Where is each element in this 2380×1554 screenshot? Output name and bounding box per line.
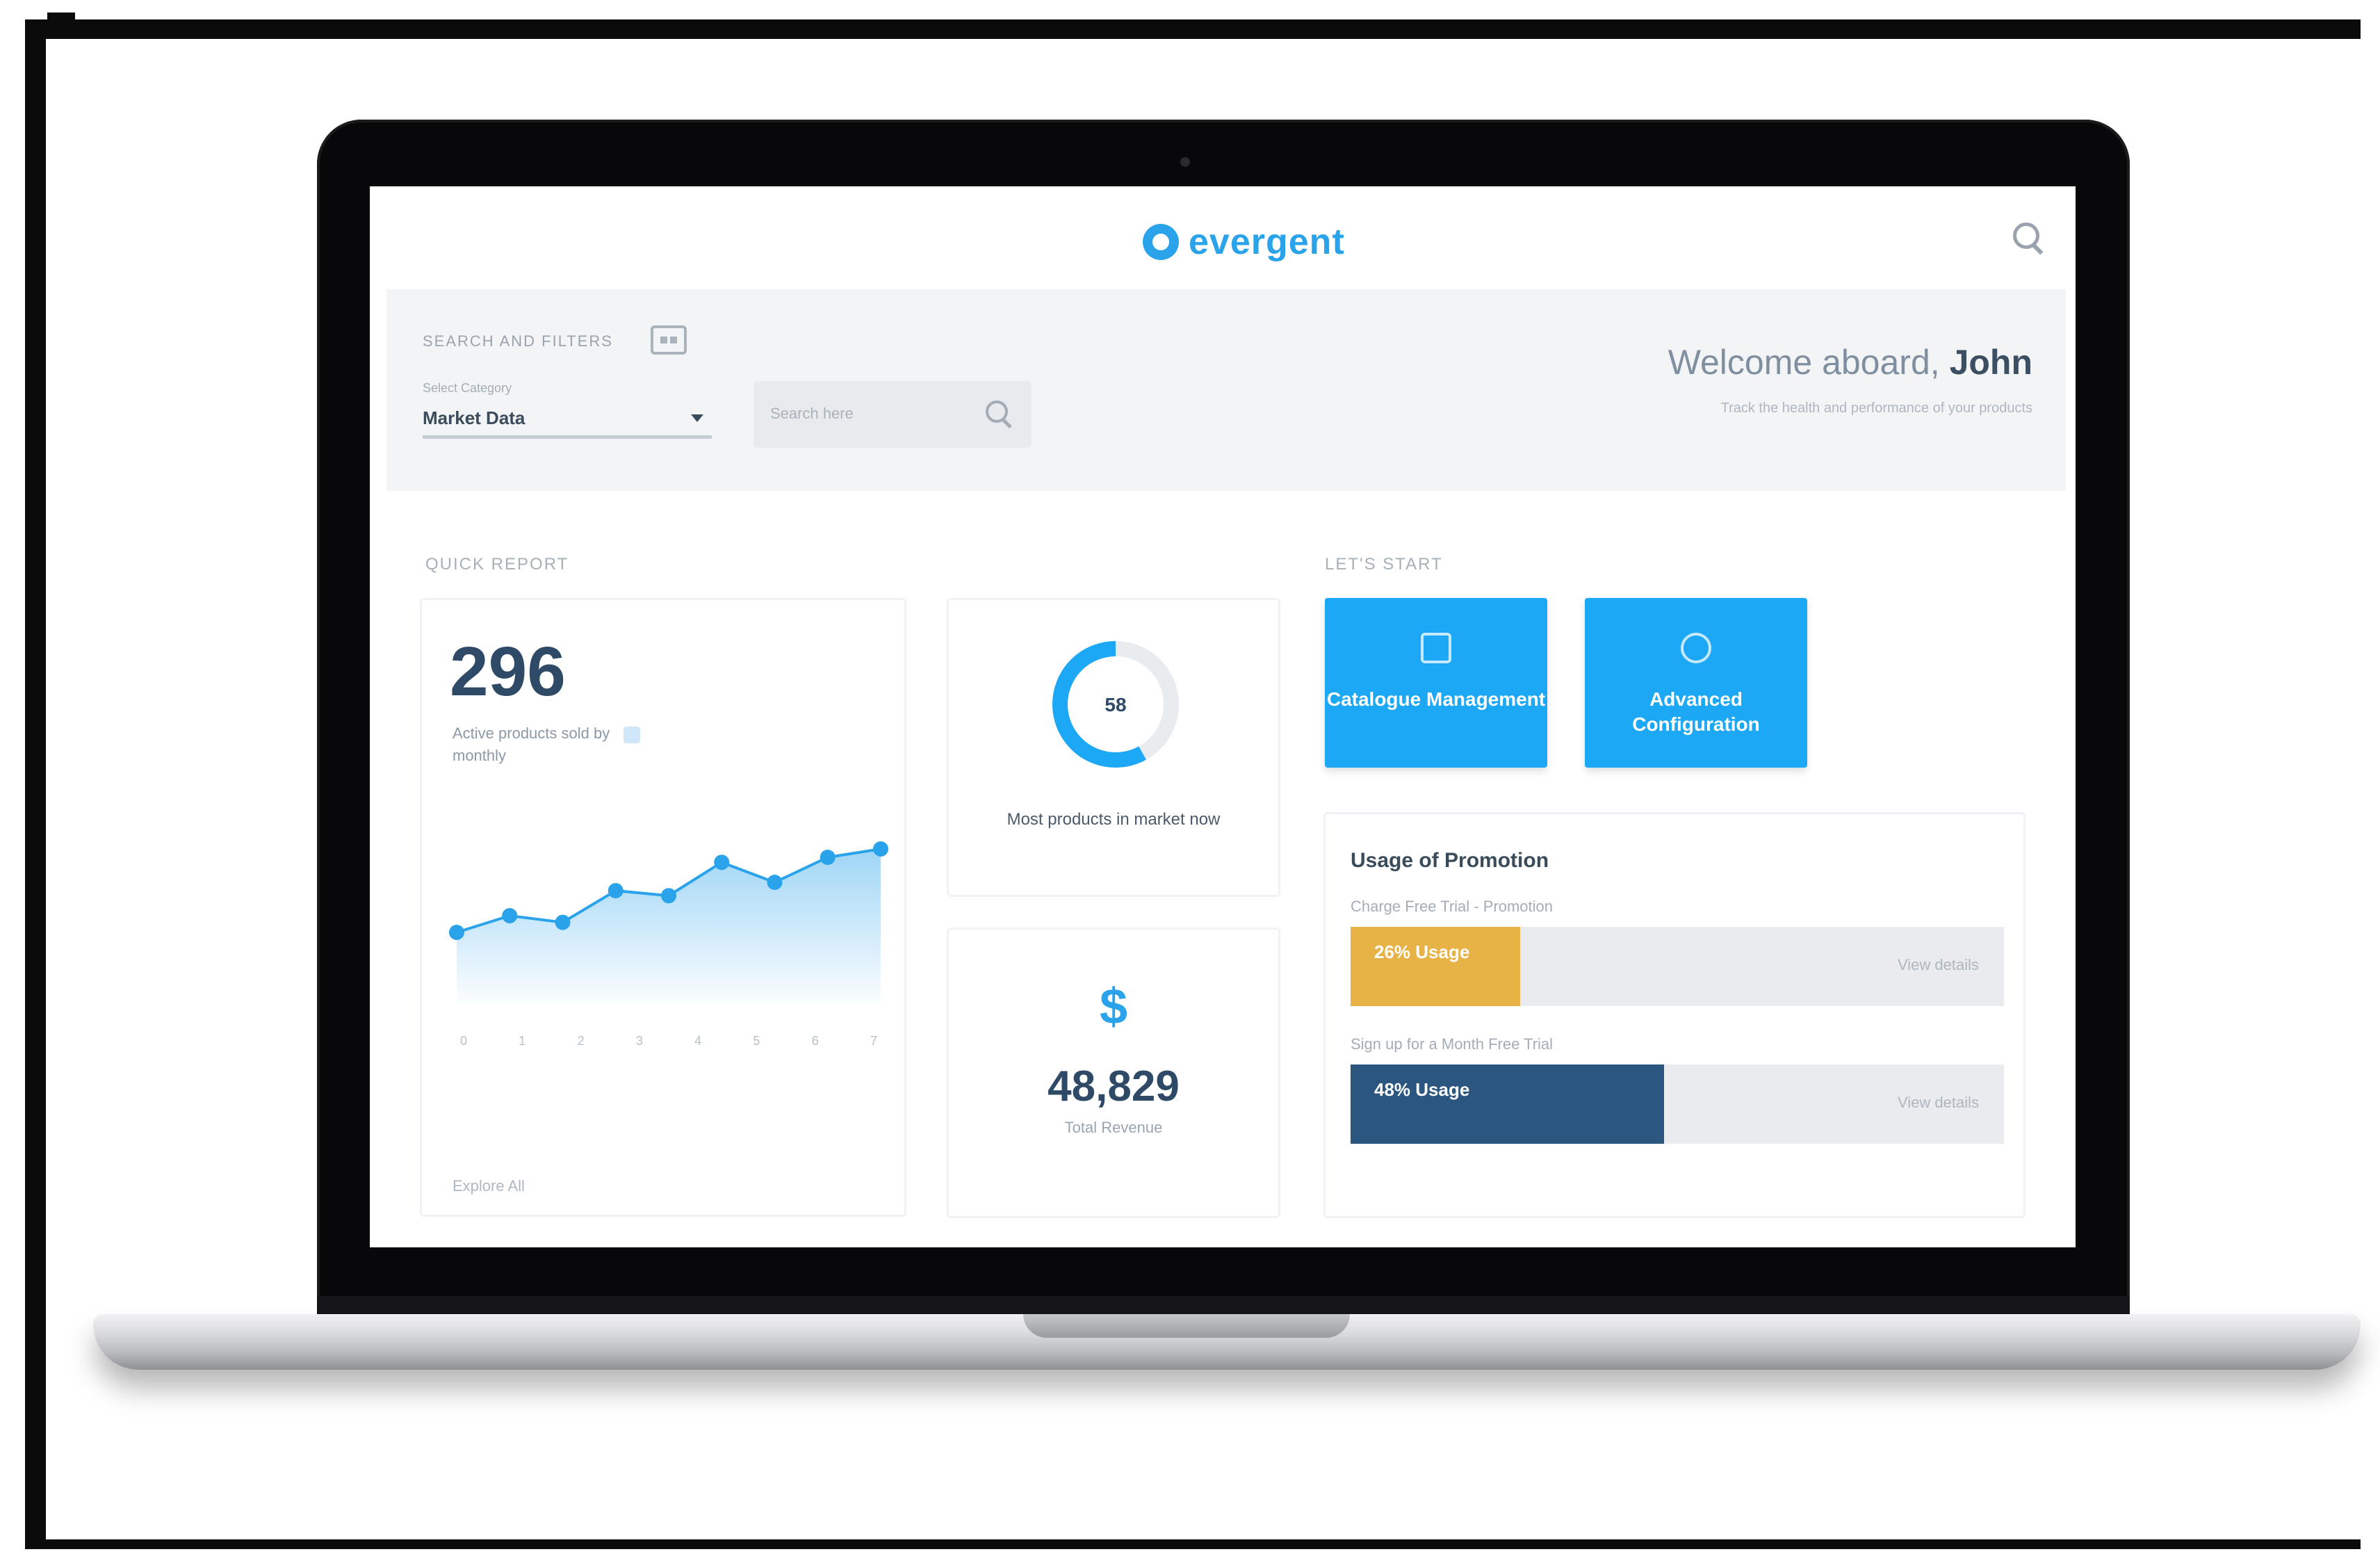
chart-point[interactable] — [820, 850, 836, 865]
chart-tick-label: 6 — [812, 1034, 819, 1048]
trend-tag-icon — [623, 727, 640, 743]
search-placeholder: Search here — [770, 405, 854, 422]
donut-value: 58 — [1105, 694, 1126, 715]
logo[interactable]: evergent — [1143, 221, 1345, 263]
quick-report-label: QUICK REPORT — [425, 555, 569, 574]
catalogue-management-button[interactable]: Catalogue Management — [1325, 598, 1547, 768]
gear-icon — [1681, 633, 1711, 663]
chart-point[interactable] — [767, 875, 783, 890]
chart-point[interactable] — [555, 914, 571, 930]
advanced-configuration-button[interactable]: Advanced Configuration — [1585, 598, 1807, 768]
search-input[interactable]: Search here — [753, 381, 1032, 448]
filter-bar: SEARCH AND FILTERS Select Category Marke… — [386, 289, 2066, 491]
usage-promotion-card: Usage of Promotion Charge Free Trial - P… — [1323, 812, 2026, 1218]
category-select-value: Market Data — [423, 407, 525, 428]
usage-bar-fill: 26% Usage — [1351, 927, 1521, 1006]
laptop-notch — [1023, 1314, 1350, 1338]
filter-toggle-icon[interactable] — [651, 325, 687, 355]
catalogue-management-label: Catalogue Management — [1326, 688, 1546, 710]
revenue-caption: Total Revenue — [1064, 1119, 1163, 1136]
usage-bar-track: 26% Usage View details — [1351, 927, 2004, 1006]
usage-title: Usage of Promotion — [1351, 849, 1549, 872]
chart-tick-label: 3 — [636, 1034, 643, 1048]
frame-corner — [47, 13, 75, 19]
usage-bar-fill: 48% Usage — [1351, 1065, 1665, 1144]
screen: evergent SEARCH AND FILTERS Select Categ… — [370, 186, 2076, 1247]
chart-point[interactable] — [502, 908, 518, 923]
chart-tick-label: 4 — [694, 1034, 701, 1048]
chart-point[interactable] — [714, 855, 730, 871]
welcome-subtitle: Track the health and performance of your… — [1720, 400, 2032, 416]
chevron-down-icon — [691, 414, 703, 422]
chart-tick-label: 1 — [519, 1034, 525, 1048]
advanced-configuration-label: Advanced Configuration — [1632, 688, 1760, 735]
chart-point[interactable] — [661, 888, 676, 904]
chart-tick-label: 0 — [460, 1034, 467, 1048]
view-details-link[interactable]: View details — [1898, 1094, 1979, 1112]
quick-report-card: 296 Active products sold by monthly 0 1 2 3… — [420, 598, 906, 1217]
category-select-label: Select Category — [423, 381, 512, 395]
top-bar: evergent — [370, 186, 2076, 288]
category-select[interactable]: Market Data — [423, 400, 712, 439]
chart-area — [457, 849, 881, 1003]
camera — [1180, 157, 1190, 167]
search-icon[interactable] — [986, 400, 1013, 429]
catalogue-icon — [1421, 633, 1451, 663]
active-products-count: 296 — [450, 633, 566, 711]
explore-link[interactable]: Explore All — [453, 1177, 525, 1195]
donut-chart: 58 — [1046, 635, 1185, 774]
welcome-name: John — [1949, 343, 2032, 382]
view-details-link[interactable]: View details — [1898, 956, 1979, 974]
logo-text: evergent — [1189, 222, 1345, 262]
dollar-icon: $ — [1099, 979, 1128, 1035]
revenue-card: $ 48,829 Total Revenue — [947, 928, 1280, 1218]
chart-point[interactable] — [873, 841, 888, 857]
active-products-caption: Active products sold by monthly — [453, 725, 610, 764]
lets-start-label: LET'S START — [1325, 555, 1443, 574]
chart-tick-label: 2 — [578, 1034, 585, 1048]
search-icon[interactable] — [2013, 222, 2044, 255]
usage-row-label: Sign up for a Month Free Trial — [1351, 1035, 1554, 1053]
chart-point[interactable] — [449, 925, 464, 940]
logo-mark-icon — [1143, 224, 1179, 260]
chart-point[interactable] — [608, 883, 623, 898]
usage-bar-track: 48% Usage View details — [1351, 1065, 2004, 1144]
donut-card: 58 Most products in market now — [947, 598, 1280, 897]
donut-caption: Most products in market now — [1006, 810, 1221, 829]
filters-label: SEARCH AND FILTERS — [423, 332, 613, 350]
chart-tick-label: 5 — [753, 1034, 760, 1048]
chart-tick-label: 7 — [870, 1034, 877, 1048]
welcome-heading: Welcome aboard, John — [1668, 342, 2032, 382]
sales-area-chart: 0 1 2 3 4 5 6 7 — [449, 841, 888, 1048]
revenue-value: 48,829 — [1048, 1062, 1180, 1110]
welcome-prefix: Welcome aboard, — [1668, 343, 1940, 382]
usage-row-label: Charge Free Trial - Promotion — [1351, 898, 1553, 915]
